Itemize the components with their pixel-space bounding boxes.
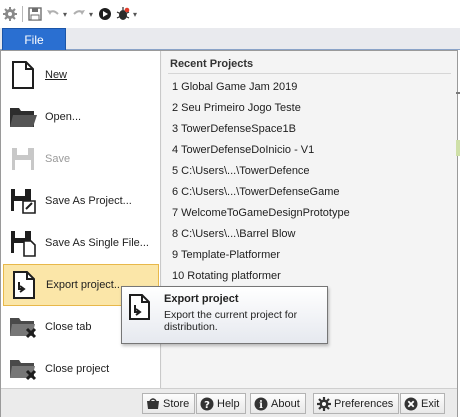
file-tab[interactable]: File xyxy=(2,28,66,51)
close-project-icon xyxy=(3,348,43,390)
export-project-tooltip: Export project Export the current projec… xyxy=(121,286,328,344)
store-label: Store xyxy=(163,397,190,410)
debug-bug-icon[interactable] xyxy=(115,6,131,22)
file-menu: New Open... Save Save As Project... Save xyxy=(0,50,458,417)
new-label: New xyxy=(45,69,68,81)
file-menu-bottom-bar: Store ? Help i About Preferences Exit xyxy=(1,388,457,417)
recent-projects-title: Recent Projects xyxy=(170,58,254,70)
save-menu-item[interactable]: Save xyxy=(3,138,159,180)
tooltip-description: Export the current project for distribut… xyxy=(164,309,298,333)
about-button[interactable]: i About xyxy=(250,393,306,414)
export-project-label: Export project... xyxy=(46,279,124,291)
new-file-icon xyxy=(3,54,43,96)
open-menu-item[interactable]: Open... xyxy=(3,96,159,138)
recent-project-item[interactable]: 10 Rotating platformer xyxy=(172,270,281,282)
save-icon xyxy=(3,138,43,180)
help-label: Help xyxy=(217,397,240,410)
help-icon: ? xyxy=(200,397,214,411)
customize-toolbar-icon[interactable]: ▾ xyxy=(133,10,139,19)
open-folder-icon xyxy=(3,96,43,138)
svg-text:i: i xyxy=(259,400,263,411)
recent-project-item[interactable]: 7 WelcomeToGameDesignPrototype xyxy=(172,207,350,219)
save-as-single-file-menu-item[interactable]: Save As Single File... xyxy=(3,222,159,264)
close-tab-icon xyxy=(3,306,43,348)
tooltip-title: Export project xyxy=(164,293,239,305)
save-as-project-label: Save As Project... xyxy=(45,195,132,207)
close-project-label: Close project xyxy=(45,363,110,375)
svg-text:?: ? xyxy=(204,400,210,411)
store-button[interactable]: Store xyxy=(142,393,196,414)
toolbar-separator xyxy=(22,6,23,22)
save-as-single-file-label: Save As Single File... xyxy=(45,237,149,249)
save-icon[interactable] xyxy=(27,6,43,22)
preferences-button[interactable]: Preferences xyxy=(313,393,400,414)
save-as-project-menu-item[interactable]: Save As Project... xyxy=(3,180,159,222)
new-menu-item[interactable]: New xyxy=(3,54,159,96)
exit-label: Exit xyxy=(421,397,440,410)
recent-project-item[interactable]: 6 C:\Users\...\TowerDefenseGame xyxy=(172,186,340,198)
background-window-edge xyxy=(456,140,460,156)
background-window-edge xyxy=(456,92,460,94)
recent-project-item[interactable]: 3 TowerDefenseSpace1B xyxy=(172,123,296,135)
save-label: Save xyxy=(45,153,71,165)
recent-project-item[interactable]: 9 Template-Platformer xyxy=(172,249,280,261)
undo-icon[interactable] xyxy=(45,6,61,22)
preferences-gear-icon xyxy=(317,396,331,411)
preferences-label: Preferences xyxy=(334,397,394,410)
recent-project-item[interactable]: 2 Seu Primeiro Jogo Teste xyxy=(172,102,301,114)
close-tab-label: Close tab xyxy=(45,321,92,333)
chevron-down-icon[interactable]: ▾ xyxy=(89,10,95,19)
redo-icon[interactable] xyxy=(71,6,87,22)
chevron-down-icon[interactable]: ▾ xyxy=(63,10,69,19)
recent-project-item[interactable]: 8 C:\Users\...\Barrel Blow xyxy=(172,228,295,240)
quick-access-toolbar: ▾ ▾ ▾ xyxy=(0,0,460,28)
recent-projects-divider xyxy=(168,73,451,74)
store-icon xyxy=(146,397,160,411)
gear-icon[interactable] xyxy=(2,6,18,22)
recent-project-item[interactable]: 4 TowerDefenseDoInicio - V1 xyxy=(172,144,314,156)
about-label: About xyxy=(271,397,300,410)
save-single-file-icon xyxy=(3,222,43,264)
open-label: Open... xyxy=(45,111,82,123)
export-project-icon xyxy=(4,264,44,306)
info-icon: i xyxy=(254,397,268,411)
export-project-icon xyxy=(128,293,156,325)
close-project-menu-item[interactable]: Close project xyxy=(3,348,159,390)
ribbon-tab-strip xyxy=(0,28,460,50)
exit-icon xyxy=(404,397,418,411)
save-as-icon xyxy=(3,180,43,222)
recent-project-item[interactable]: 5 C:\Users\...\TowerDefence xyxy=(172,165,310,177)
recent-project-item[interactable]: 1 Global Game Jam 2019 xyxy=(172,81,297,93)
exit-button[interactable]: Exit xyxy=(400,393,446,414)
play-icon[interactable] xyxy=(97,6,113,22)
help-button[interactable]: ? Help xyxy=(196,393,246,414)
